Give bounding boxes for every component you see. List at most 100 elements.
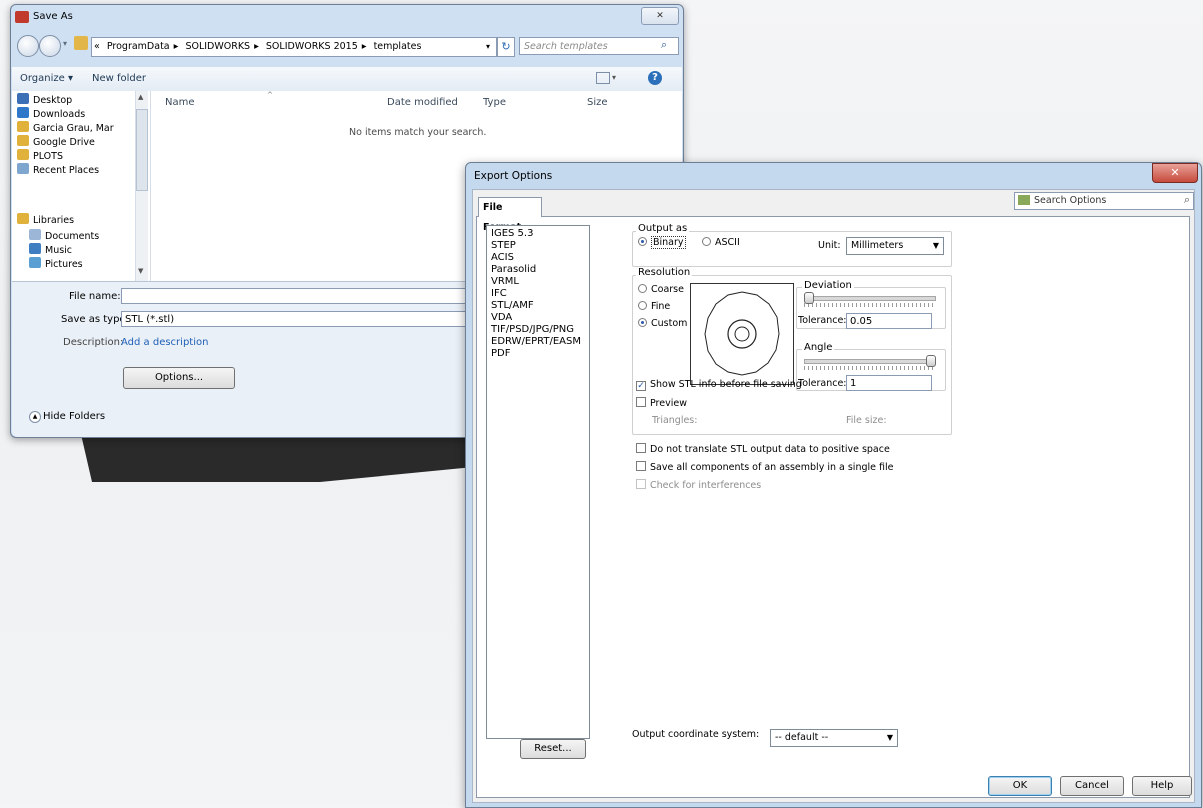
fine-radio[interactable]: Fine [638, 301, 670, 312]
save-all-components-checkbox-box[interactable] [636, 461, 646, 471]
chevron-down-icon[interactable]: ▼ [933, 238, 939, 254]
nav-item-desktop[interactable]: Desktop [17, 93, 72, 106]
empty-message: No items match your search. [349, 127, 487, 138]
tessellation-preview [690, 283, 794, 385]
format-item-image[interactable]: TIF/PSD/JPG/PNG [491, 324, 574, 336]
format-item-vda[interactable]: VDA [491, 312, 512, 324]
nav-item-user-folder[interactable]: Garcia Grau, Mar [17, 121, 114, 134]
address-bar[interactable]: « ProgramData ▸ SOLIDWORKS ▸ SOLIDWORKS 20… [91, 37, 497, 57]
hide-folders-button[interactable]: Hide Folders [43, 411, 105, 422]
angle-slider-thumb[interactable] [926, 355, 936, 367]
binary-radio-indicator[interactable] [638, 237, 647, 246]
binary-radio[interactable]: Binary [638, 236, 686, 249]
organize-menu[interactable]: Organize ▾ [20, 73, 73, 84]
nav-item-plots[interactable]: PLOTS [17, 149, 63, 162]
nav-item-documents[interactable]: Documents [29, 229, 99, 242]
view-options-icon[interactable] [596, 72, 610, 84]
angle-tolerance-input[interactable]: 1 [846, 375, 932, 391]
recent-dropdown-icon[interactable]: ▾ [63, 39, 72, 48]
address-dropdown-icon[interactable]: ▾ [486, 38, 490, 56]
checkmark-icon[interactable]: ✓ [636, 381, 646, 391]
user-folder-icon [17, 121, 29, 132]
coarse-radio[interactable]: Coarse [638, 284, 684, 295]
column-header-name[interactable]: Name [165, 97, 195, 108]
pictures-icon [29, 257, 41, 268]
format-item-pdf[interactable]: PDF [491, 348, 510, 360]
nav-item-music[interactable]: Music [29, 243, 72, 256]
coarse-radio-indicator[interactable] [638, 284, 647, 293]
check-interferences-checkbox-box [636, 479, 646, 489]
hide-folders-icon[interactable]: ▲ [29, 411, 41, 423]
deviation-slider-thumb[interactable] [804, 292, 814, 304]
breadcrumb-overflow[interactable]: « [94, 41, 100, 52]
search-templates-input[interactable]: Search templates [519, 37, 679, 55]
format-item-parasolid[interactable]: Parasolid [491, 264, 536, 276]
cancel-button[interactable]: Cancel [1060, 776, 1124, 796]
format-item-edrw[interactable]: EDRW/EPRT/EASM [491, 336, 581, 348]
chevron-down-icon[interactable]: ▼ [887, 730, 893, 746]
deviation-tolerance-input[interactable]: 0.05 [846, 313, 932, 329]
sort-indicator-icon: ^ [267, 91, 273, 99]
format-item-stl-amf[interactable]: STL/AMF [491, 300, 534, 312]
recent-places-icon [17, 163, 29, 174]
unit-select[interactable]: Millimeters ▼ [846, 237, 944, 255]
format-item-acis[interactable]: ACIS [491, 252, 514, 264]
search-icon[interactable]: ⌕ [661, 38, 667, 52]
no-translate-checkbox-box[interactable] [636, 443, 646, 453]
export-options-dialog: Export Options ✕ Search Options ⌕ File F… [465, 162, 1202, 808]
view-dropdown-icon[interactable]: ▾ [612, 73, 616, 82]
format-item-vrml[interactable]: VRML [491, 276, 519, 288]
ascii-radio[interactable]: ASCII [702, 237, 740, 248]
preview-checkbox-box[interactable] [636, 397, 646, 407]
format-item-ifc[interactable]: IFC [491, 288, 507, 300]
back-arrow-icon[interactable] [17, 35, 39, 57]
new-folder-button[interactable]: New folder [92, 73, 146, 84]
coord-system-select[interactable]: -- default -- ▼ [770, 729, 898, 747]
help-button[interactable]: Help [1132, 776, 1192, 796]
show-stl-info-checkbox[interactable]: ✓ Show STL info before file saving [636, 379, 802, 391]
format-item-iges[interactable]: IGES 5.3 [491, 228, 533, 240]
search-options-input[interactable]: Search Options ⌕ [1014, 192, 1194, 210]
add-description-link[interactable]: Add a description [121, 337, 208, 348]
nav-item-google-drive[interactable]: Google Drive [17, 135, 95, 148]
save-as-close-button[interactable]: ✕ [641, 7, 679, 25]
fine-radio-indicator[interactable] [638, 301, 647, 310]
angle-tolerance-label: Tolerance: [798, 378, 847, 389]
deviation-tolerance-label: Tolerance: [798, 315, 847, 326]
angle-slider[interactable] [804, 359, 936, 364]
column-header-type[interactable]: Type [483, 97, 506, 108]
export-close-button[interactable]: ✕ [1152, 163, 1198, 183]
scroll-down-icon[interactable]: ▼ [138, 267, 143, 275]
options-button[interactable]: Options... [123, 367, 235, 389]
breadcrumb-solidworks[interactable]: SOLIDWORKS [185, 41, 250, 52]
nav-item-recent-places[interactable]: Recent Places [17, 163, 99, 176]
navigation-scroll-thumb[interactable] [136, 109, 148, 191]
downloads-icon [17, 107, 29, 118]
refresh-icon[interactable]: ↻ [497, 37, 515, 57]
nav-item-pictures[interactable]: Pictures [29, 257, 83, 269]
search-icon[interactable]: ⌕ [1184, 192, 1190, 208]
no-translate-checkbox[interactable]: Do not translate STL output data to posi… [636, 443, 890, 455]
column-header-size[interactable]: Size [587, 97, 608, 108]
nav-item-downloads[interactable]: Downloads [17, 107, 85, 120]
preview-checkbox[interactable]: Preview [636, 397, 687, 409]
tab-file-format[interactable]: File Format [478, 197, 542, 233]
breadcrumb-programdata[interactable]: ProgramData [107, 41, 170, 52]
custom-radio[interactable]: Custom [638, 318, 687, 329]
breadcrumb-solidworks-2015[interactable]: SOLIDWORKS 2015 [266, 41, 358, 52]
coord-system-label: Output coordinate system: [632, 729, 760, 740]
nav-item-libraries[interactable]: Libraries [17, 213, 74, 226]
format-item-step[interactable]: STEP [491, 240, 516, 252]
deviation-slider[interactable] [804, 296, 936, 301]
help-icon[interactable]: ? [648, 71, 662, 85]
format-list[interactable]: IGES 5.3 STEP ACIS Parasolid VRML IFC ST… [486, 225, 590, 739]
reset-button[interactable]: Reset... [520, 739, 586, 759]
breadcrumb-templates[interactable]: templates [374, 41, 422, 52]
custom-radio-indicator[interactable] [638, 318, 647, 327]
column-header-date-modified[interactable]: Date modified [387, 97, 458, 108]
ascii-radio-indicator[interactable] [702, 237, 711, 246]
save-all-components-checkbox[interactable]: Save all components of an assembly in a … [636, 461, 893, 473]
ok-button[interactable]: OK [988, 776, 1052, 796]
forward-arrow-icon[interactable] [39, 35, 61, 57]
scroll-up-icon[interactable]: ▲ [138, 93, 143, 101]
